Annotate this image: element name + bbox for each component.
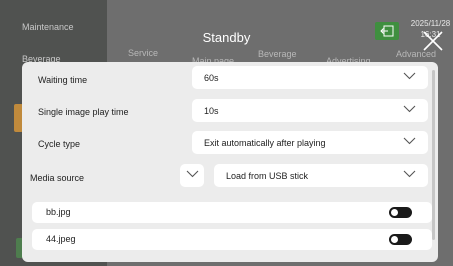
media-file-toggle[interactable] bbox=[389, 234, 412, 245]
single-image-play-time-value: 10s bbox=[204, 105, 219, 116]
single-image-play-time-label: Single image play time bbox=[38, 107, 129, 117]
cycle-type-select[interactable]: Exit automatically after playing bbox=[192, 131, 428, 154]
toggle-knob bbox=[391, 209, 398, 216]
chevron-down-icon bbox=[403, 72, 416, 80]
media-source-label: Media source bbox=[30, 173, 85, 183]
media-file-row: bb.jpg bbox=[32, 202, 432, 223]
dialog-title: Standby bbox=[202, 30, 251, 45]
media-file-toggle[interactable] bbox=[389, 207, 412, 218]
tab-service: Service bbox=[128, 48, 159, 58]
chevron-down-icon bbox=[403, 105, 416, 113]
media-source-select[interactable]: Load from USB stick bbox=[214, 164, 428, 187]
chevron-down-icon bbox=[403, 137, 416, 145]
waiting-time-label: Waiting time bbox=[38, 75, 88, 85]
cycle-type-value: Exit automatically after playing bbox=[204, 137, 326, 148]
chevron-down-icon bbox=[186, 170, 199, 178]
tab-beverage: Beverage bbox=[258, 49, 297, 59]
standby-settings-panel: Waiting time 60s Single image play time … bbox=[22, 62, 438, 262]
date-text: 2025/11/28 bbox=[410, 19, 451, 28]
close-icon[interactable] bbox=[422, 30, 444, 52]
media-file-name: bb.jpg bbox=[46, 207, 71, 217]
media-file-name: 44.jpeg bbox=[46, 234, 76, 244]
cycle-type-label: Cycle type bbox=[38, 139, 81, 149]
media-source-expand-button[interactable] bbox=[180, 164, 204, 187]
chevron-down-icon bbox=[403, 170, 416, 178]
toggle-knob bbox=[391, 236, 398, 243]
scrollbar[interactable] bbox=[432, 70, 435, 240]
waiting-time-value: 60s bbox=[204, 72, 219, 83]
media-source-value: Load from USB stick bbox=[226, 170, 309, 181]
media-file-row: 44.jpeg bbox=[32, 229, 432, 250]
single-image-play-time-select[interactable]: 10s bbox=[192, 99, 428, 122]
waiting-time-select[interactable]: 60s bbox=[192, 66, 428, 89]
